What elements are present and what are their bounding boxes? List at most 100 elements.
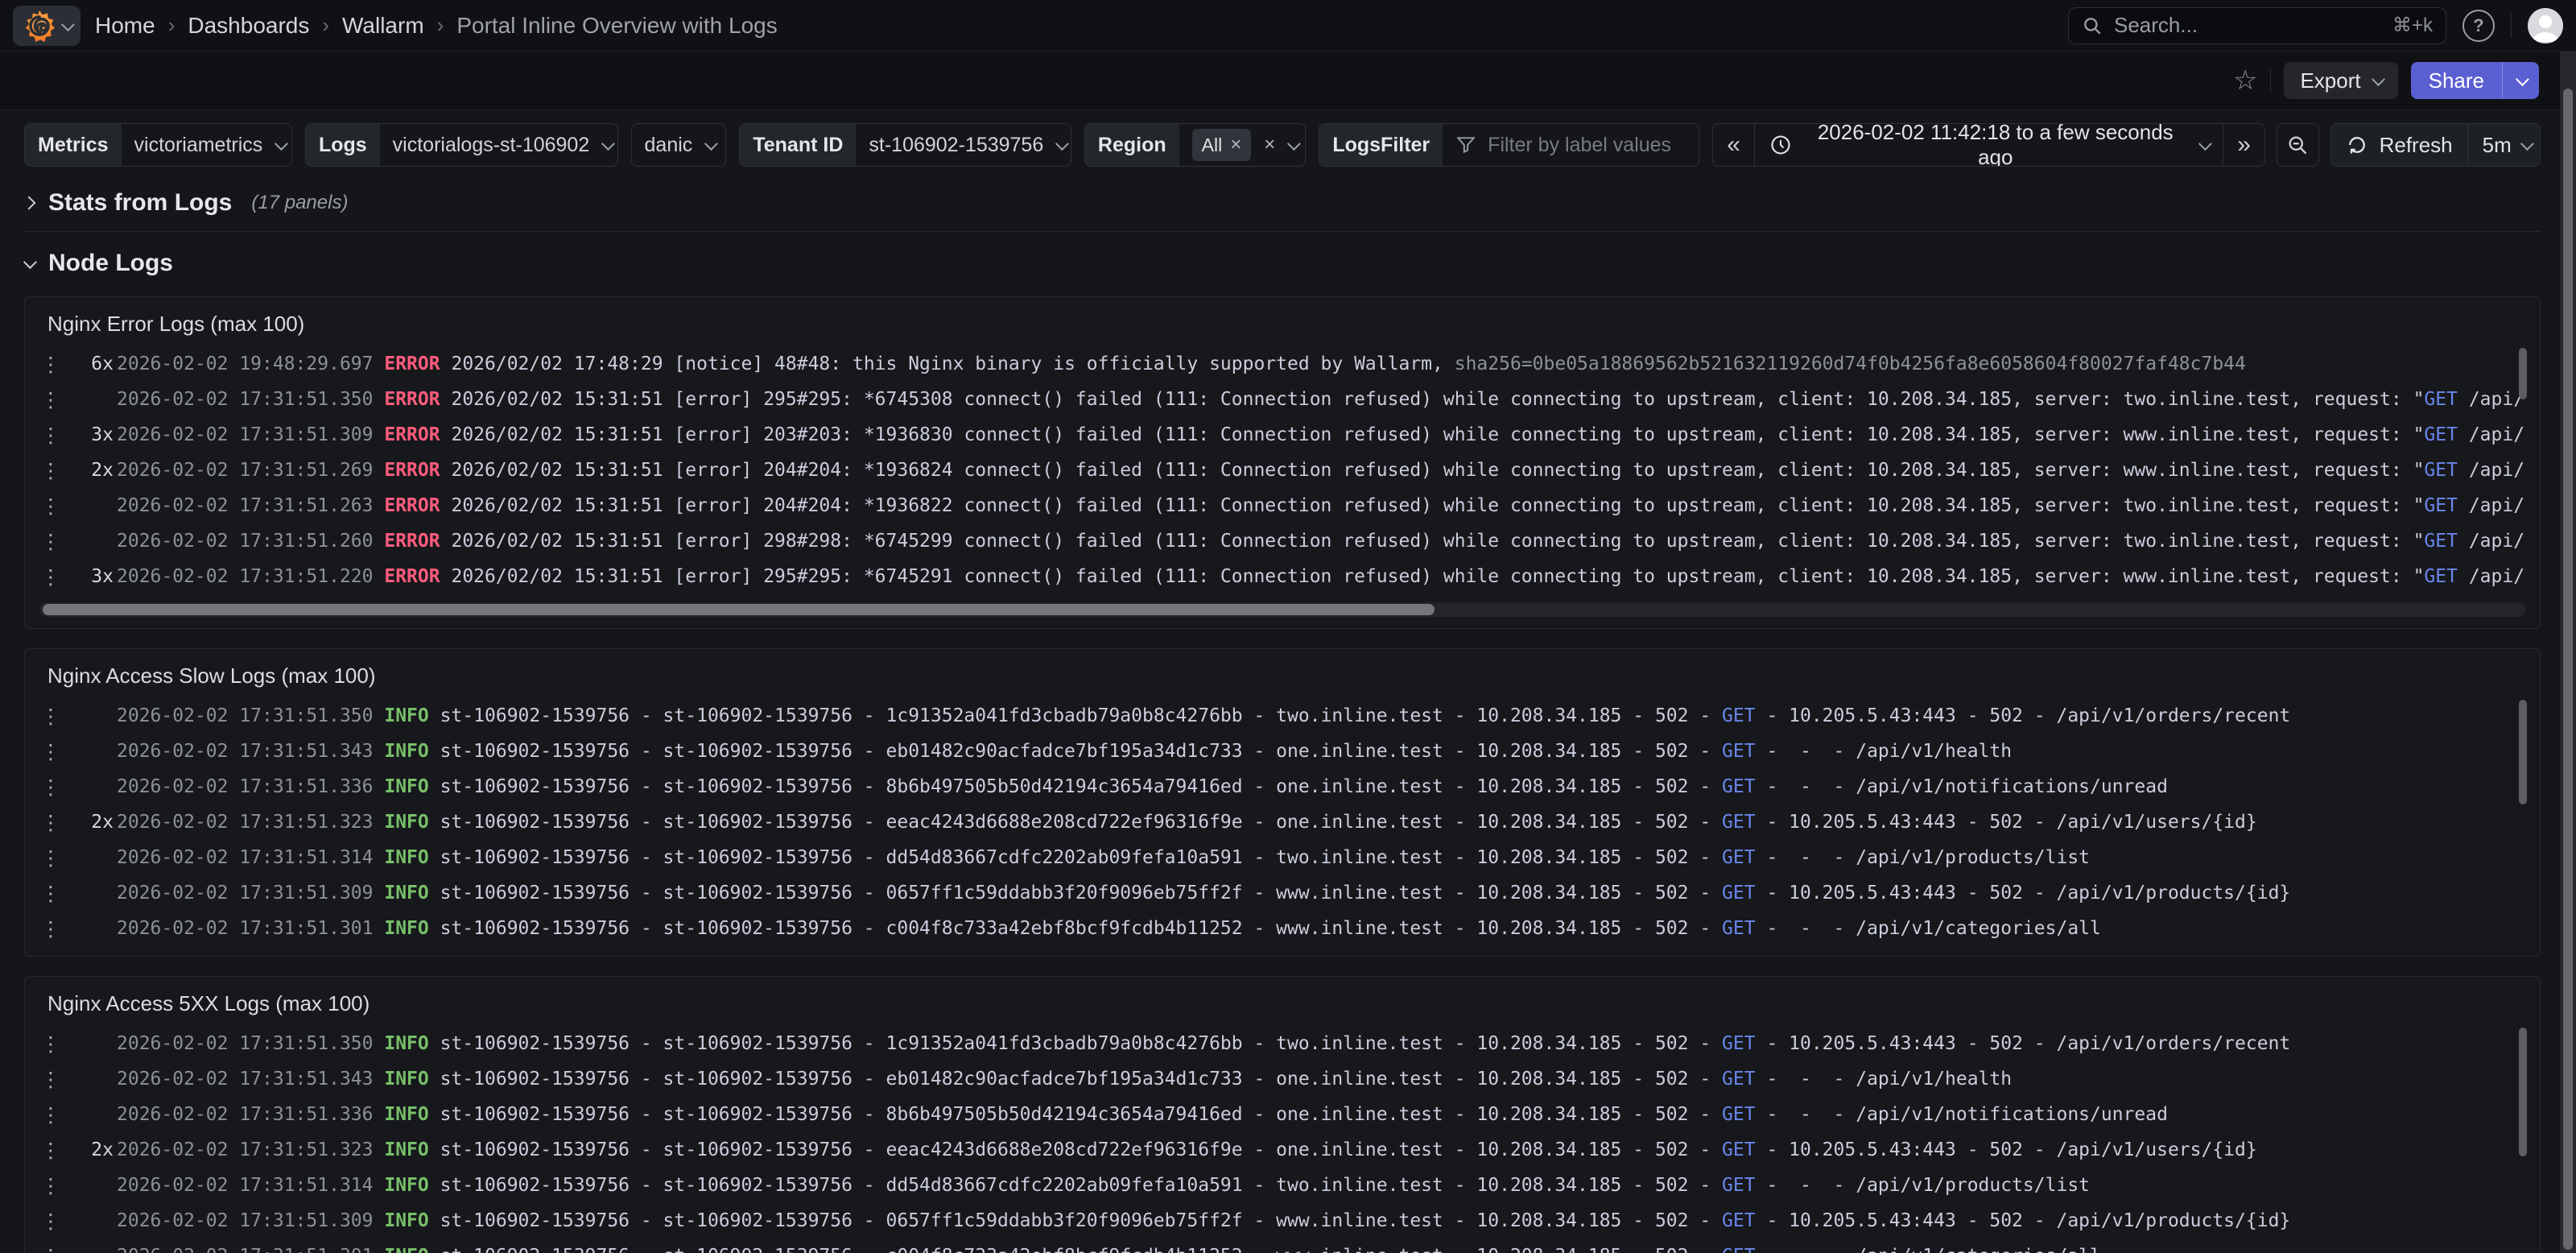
row-menu-icon[interactable]: ⋮ [36,530,65,553]
row-menu-icon[interactable]: ⋮ [36,1032,65,1056]
chevron-down-icon [704,137,718,151]
panel-vertical-scrollbar[interactable] [2519,700,2527,804]
refresh-interval-select[interactable]: 5m [2467,124,2541,166]
log-message-segment: 2026/02/02 15:31:51 [error] 295#295: *67… [451,566,2424,587]
row-menu-icon[interactable]: ⋮ [36,917,65,941]
panel-vertical-scrollbar[interactable] [2519,348,2527,399]
log-method-token: GET [1722,1139,1756,1160]
row-menu-icon[interactable]: ⋮ [36,424,65,447]
log-message-segment: /api/ [2458,460,2524,481]
share-button[interactable]: Share [2411,62,2502,99]
grafana-logo-button[interactable] [13,6,80,46]
scrollbar-thumb[interactable] [2563,89,2573,1250]
time-range-picker[interactable]: 2026-02-02 11:42:18 to a few seconds ago [1754,124,2223,166]
section-stats-from-logs[interactable]: Stats from Logs (17 panels) [24,189,2541,217]
variable-metrics-select[interactable]: victoriametrics [122,124,292,166]
variable-region: Region All × × [1084,123,1306,167]
log-level: INFO [384,1175,428,1196]
log-method-token: GET [1722,705,1756,726]
row-menu-icon[interactable]: ⋮ [36,705,65,728]
help-icon[interactable]: ? [2462,10,2495,42]
row-menu-icon[interactable]: ⋮ [36,459,65,482]
breadcrumb-dashboards[interactable]: Dashboards [188,13,309,39]
clear-selection-icon[interactable]: × [1264,134,1275,156]
log-row: ⋮2026-02-02 17:31:51.350 INFO st-106902-… [36,1026,2529,1061]
zoom-out-time-button[interactable] [2277,123,2319,167]
region-chip-all[interactable]: All × [1192,129,1252,161]
variable-logs-value: victorialogs-st-106902 [393,134,590,157]
breadcrumb-wallarm[interactable]: Wallarm [342,13,424,39]
log-message-segment: st-106902-1539756 - st-106902-1539756 - … [440,812,1722,833]
share-dropdown-button[interactable] [2502,62,2539,99]
row-menu-icon[interactable]: ⋮ [36,1210,65,1233]
log-line: 2026-02-02 17:31:51.309 ERROR 2026/02/02… [117,424,2524,445]
row-menu-icon[interactable]: ⋮ [36,353,65,376]
log-message-segment: - 10.205.5.43:443 - 502 - /api/v1/orders… [1756,705,2291,726]
log-message-segment: /api/ [2458,531,2524,552]
row-menu-icon[interactable]: ⋮ [36,775,65,799]
log-message-segment: 2026/02/02 15:31:51 [error] 203#203: *19… [451,424,2424,445]
log-line: 2026-02-02 17:31:51.260 ERROR 2026/02/02… [117,531,2524,552]
log-method-token: GET [1722,1210,1756,1231]
row-menu-icon[interactable]: ⋮ [36,1174,65,1197]
time-shift-forward-button[interactable]: » [2223,124,2264,166]
row-menu-icon[interactable]: ⋮ [36,565,65,589]
row-menu-icon[interactable]: ⋮ [36,388,65,411]
user-avatar[interactable] [2528,8,2563,43]
chevron-down-icon [1055,137,1069,151]
log-message-segment: - - - /api/v1/notifications/unread [1756,1104,2168,1125]
row-menu-icon[interactable]: ⋮ [36,1139,65,1162]
panel-title[interactable]: Nginx Access 5XX Logs (max 100) [36,985,2529,1026]
export-button[interactable]: Export [2284,62,2397,99]
row-menu-icon[interactable]: ⋮ [36,1245,65,1253]
row-duplicate-count: 2x [65,1139,117,1160]
panel-title[interactable]: Nginx Access Slow Logs (max 100) [36,657,2529,698]
log-line: 2026-02-02 17:31:51.309 INFO st-106902-1… [117,1210,2290,1231]
panel-title[interactable]: Nginx Error Logs (max 100) [36,305,2529,346]
row-menu-icon[interactable]: ⋮ [36,1103,65,1127]
log-method-token: GET [2424,531,2458,552]
chevron-down-icon [1287,137,1301,151]
log-row: ⋮2026-02-02 17:31:51.263 ERROR 2026/02/0… [36,488,2529,523]
row-menu-icon[interactable]: ⋮ [36,740,65,763]
refresh-label: Refresh [2380,133,2453,158]
scrollbar-thumb[interactable] [43,604,1435,615]
log-row: ⋮2026-02-02 17:31:51.343 INFO st-106902-… [36,1061,2529,1097]
breadcrumb-home[interactable]: Home [95,13,155,39]
top-nav: Home › Dashboards › Wallarm › Portal Inl… [0,0,2576,52]
row-menu-icon[interactable]: ⋮ [36,494,65,518]
section-node-logs[interactable]: Node Logs [24,250,2541,277]
logsfilter-input[interactable]: Filter by label values [1443,124,1699,166]
row-menu-icon[interactable]: ⋮ [36,1068,65,1091]
row-menu-icon[interactable]: ⋮ [36,882,65,905]
refresh-button[interactable]: Refresh [2331,124,2467,166]
clock-icon [1769,134,1792,156]
log-message-segment: 2026/02/02 15:31:51 [error] 204#204: *19… [451,495,2424,516]
log-timestamp: 2026-02-02 17:31:51.343 [117,741,374,762]
toolbar-divider [2270,68,2271,93]
log-level: INFO [384,1104,428,1125]
star-favorite-icon[interactable]: ☆ [2233,67,2257,94]
row-menu-icon[interactable]: ⋮ [36,846,65,870]
panel-horizontal-scrollbar[interactable] [39,602,2525,617]
variable-region-select[interactable]: All × × [1179,124,1307,166]
log-level: INFO [384,1246,428,1253]
variable-tenant-select[interactable]: st-106902-1539756 [856,124,1071,166]
variable-logs-select[interactable]: victorialogs-st-106902 [380,124,618,166]
page-scrollbar[interactable] [2560,52,2576,1253]
log-method-token: GET [1722,918,1756,939]
log-message-segment: 2026/02/02 15:31:51 [error] 295#295: *67… [451,389,2424,410]
time-shift-back-button[interactable]: « [1713,124,1754,166]
log-row: ⋮2026-02-02 17:31:51.343 INFO st-106902-… [36,734,2529,769]
search-input[interactable]: Search... ⌘+k [2068,7,2446,44]
variable-node-select[interactable]: danic [632,124,727,166]
log-message-segment: - - - /api/v1/products/list [1756,1175,2090,1196]
log-rows: ⋮6x2026-02-02 19:48:29.697 ERROR 2026/02… [36,346,2529,594]
log-timestamp: 2026-02-02 17:31:51.336 [117,1104,374,1125]
chip-remove-icon[interactable]: × [1230,134,1241,156]
log-message-segment: st-106902-1539756 - st-106902-1539756 - … [440,1139,1722,1160]
row-menu-icon[interactable]: ⋮ [36,811,65,834]
panel-vertical-scrollbar[interactable] [2519,1028,2527,1156]
log-timestamp: 2026-02-02 17:31:51.301 [117,918,374,939]
log-message-segment: st-106902-1539756 - st-106902-1539756 - … [440,1246,1722,1253]
